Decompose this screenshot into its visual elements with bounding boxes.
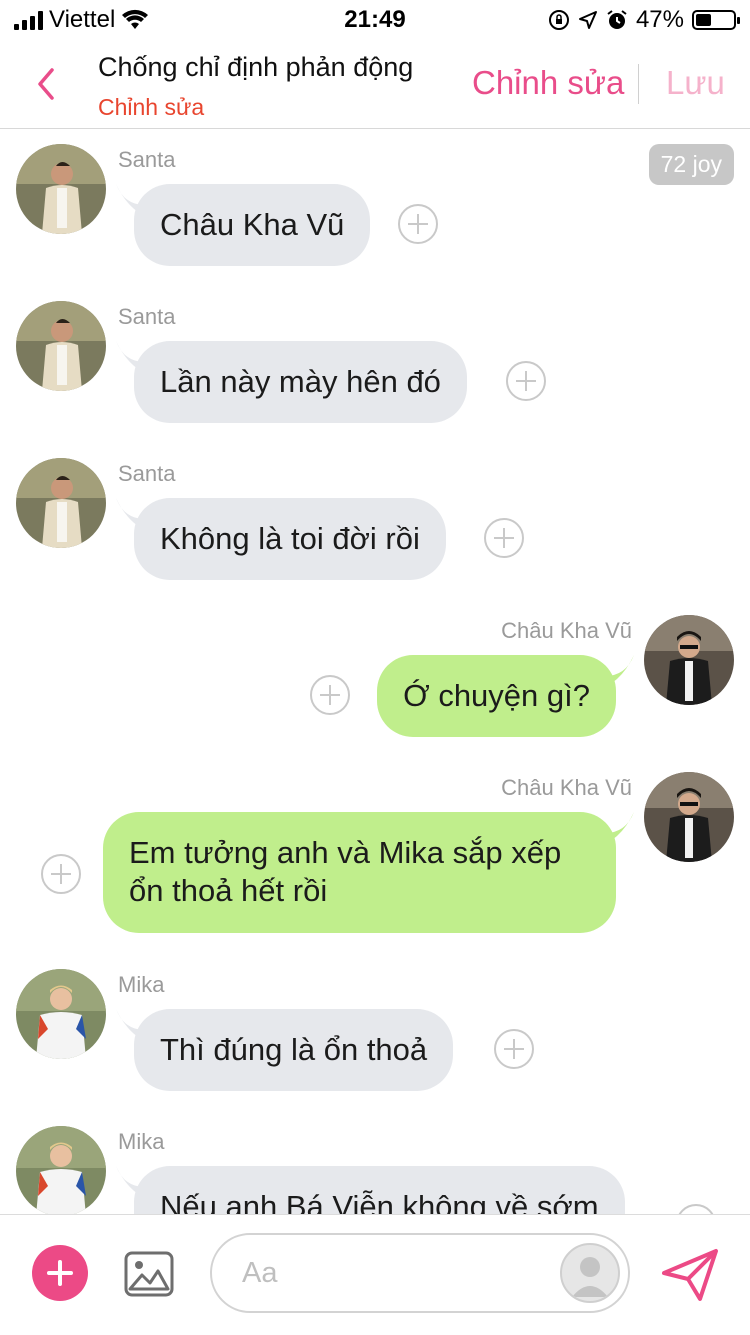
add-reaction-button[interactable] — [494, 1029, 534, 1069]
add-reaction-button[interactable] — [41, 854, 81, 894]
message-bubble[interactable]: Châu Kha Vũ — [134, 184, 371, 266]
add-reaction-button[interactable] — [506, 361, 546, 401]
alarm-icon — [607, 10, 627, 29]
gallery-icon[interactable] — [124, 1249, 174, 1299]
message-bubble[interactable]: Lần này mày hên đó — [134, 341, 467, 423]
avatar-chau-kha-vu[interactable] — [644, 615, 734, 705]
chat-header: Chống chỉ định phản động Chỉnh sửa Chỉnh… — [0, 42, 750, 129]
message-row: Santa Châu Kha Vũ — [0, 144, 750, 266]
message-bubble[interactable]: Không là toi đời rồi — [134, 498, 446, 580]
add-reaction-button[interactable] — [676, 1204, 716, 1214]
message-row: Mika Nếu anh Bá Viễn không về sớm — [0, 1126, 750, 1214]
add-button[interactable] — [32, 1245, 88, 1301]
composer-bar: Aa — [0, 1214, 750, 1335]
sender-name: Châu Kha Vũ — [501, 618, 632, 643]
add-reaction-button[interactable] — [310, 675, 350, 715]
sender-name: Mika — [118, 1129, 165, 1154]
avatar-mika[interactable] — [16, 1126, 106, 1214]
message-row: Châu Kha Vũ Em tưởng anh và Mika sắp xếp… — [0, 772, 750, 942]
sender-name: Mika — [118, 972, 165, 997]
add-reaction-button[interactable] — [484, 518, 524, 558]
chat-title: Chống chỉ định phản động — [98, 52, 414, 82]
sender-name: Santa — [118, 147, 176, 172]
avatar-santa[interactable] — [16, 458, 106, 548]
sender-name: Châu Kha Vũ — [501, 775, 632, 800]
message-row: Mika Thì đúng là ổn thoả — [0, 969, 750, 1091]
message-row: Santa Không là toi đời rồi — [0, 458, 750, 580]
message-bubble[interactable]: Nếu anh Bá Viễn không về sớm — [134, 1166, 625, 1214]
rotation-lock-icon — [548, 10, 569, 30]
edit-button[interactable]: Chỉnh sửa — [472, 64, 624, 102]
avatar-mika[interactable] — [16, 969, 106, 1059]
header-divider — [638, 64, 639, 104]
sender-name: Santa — [118, 304, 176, 329]
message-bubble[interactable]: Em tưởng anh và Mika sắp xếp ổn thoả hết… — [103, 812, 616, 933]
input-placeholder: Aa — [242, 1257, 278, 1289]
avatar-santa[interactable] — [16, 144, 106, 234]
location-icon — [578, 11, 597, 29]
back-chevron-icon[interactable] — [28, 62, 64, 106]
message-input[interactable]: Aa — [210, 1233, 630, 1313]
save-button[interactable]: Lưu — [666, 64, 725, 102]
message-row: Châu Kha Vũ Ớ chuyện gì? — [0, 615, 750, 737]
sender-name: Santa — [118, 461, 176, 486]
battery-icon — [692, 10, 740, 30]
message-bubble[interactable]: Thì đúng là ổn thoả — [134, 1009, 454, 1091]
send-icon[interactable] — [660, 1247, 720, 1303]
profile-icon[interactable] — [560, 1243, 620, 1303]
status-right: 47% — [548, 6, 740, 34]
status-bar: Viettel 21:49 47% — [0, 0, 750, 42]
message-row: Santa Lần này mày hên đó — [0, 301, 750, 423]
chat-list[interactable]: 72 joy Santa Châu Kha Vũ Santa Lần này m… — [0, 128, 750, 1214]
message-bubble[interactable]: Ớ chuyện gì? — [377, 655, 616, 737]
battery-percent: 47% — [635, 6, 684, 33]
add-reaction-button[interactable] — [398, 204, 438, 244]
chat-subtitle-edit[interactable]: Chỉnh sửa — [98, 94, 204, 121]
avatar-chau-kha-vu[interactable] — [644, 772, 734, 862]
avatar-santa[interactable] — [16, 301, 106, 391]
